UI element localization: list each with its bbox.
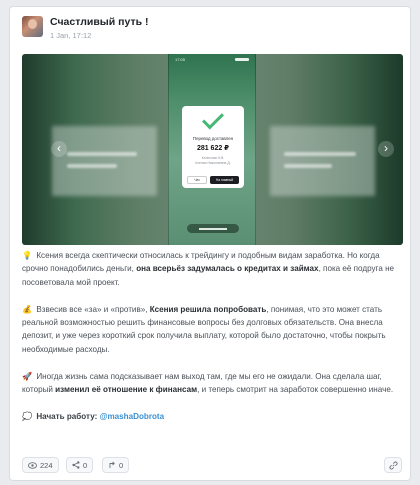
post-card: Счастливый путь ! 1 Jan, 17:12 17:05 Пер… bbox=[9, 6, 411, 481]
views-count: 224 bbox=[40, 460, 53, 470]
shares-count: 0 bbox=[83, 460, 88, 470]
gallery-prev-button[interactable]: ‹ bbox=[51, 141, 67, 157]
money-bag-emoji: 💰 bbox=[22, 304, 33, 314]
paragraph: 💡 Ксения всегда скептически относилась к… bbox=[22, 251, 395, 287]
share-nodes-icon bbox=[72, 461, 80, 469]
thought-bubble-emoji: 💭 bbox=[22, 411, 33, 421]
phone-status-time: 17:05 bbox=[175, 57, 186, 62]
channel-name[interactable]: Счастливый путь ! bbox=[50, 16, 148, 28]
call-to-action: 💭 Начать работу: @mashaDobrota bbox=[22, 410, 402, 423]
receipt-recipient: Колесова Н.В. bbox=[201, 156, 225, 160]
blurred-line bbox=[67, 164, 117, 168]
phone-screenshot: 17:05 Перевод доставлен 281 622 ₽ Колесо… bbox=[168, 54, 256, 245]
chevron-left-icon: ‹ bbox=[57, 141, 61, 155]
repost-arrow-icon bbox=[109, 461, 115, 468]
eye-icon bbox=[28, 461, 37, 469]
reposts-count: 0 bbox=[119, 460, 124, 470]
receipt-title: Перевод доставлен bbox=[192, 136, 234, 141]
receipt-amount: 281 622 ₽ bbox=[196, 145, 230, 152]
checkmark-icon bbox=[202, 107, 224, 130]
blurred-line bbox=[284, 152, 356, 156]
post-media[interactable]: 17:05 Перевод доставлен 281 622 ₽ Колесо… bbox=[22, 54, 403, 245]
reposts-counter[interactable]: 0 bbox=[102, 457, 130, 473]
avatar[interactable] bbox=[22, 16, 43, 37]
receipt-home-button: На главный bbox=[210, 176, 239, 184]
link-icon bbox=[389, 461, 397, 469]
views-counter[interactable]: 224 bbox=[22, 457, 59, 473]
phone-home-bar bbox=[187, 224, 239, 233]
blurred-background-right bbox=[270, 126, 375, 196]
post-text: 💡 Ксения всегда скептически относилась к… bbox=[22, 249, 402, 437]
gallery-next-button[interactable]: › bbox=[378, 141, 394, 157]
paragraph: 💰 Взвесив все «за» и «против», Ксения ре… bbox=[22, 304, 386, 354]
blurred-line bbox=[284, 164, 332, 168]
post-footer: 224 0 0 bbox=[22, 457, 402, 473]
phone-status-icons bbox=[235, 58, 249, 61]
mention-link[interactable]: @mashaDobrota bbox=[100, 412, 165, 421]
blurred-background-left bbox=[52, 126, 157, 196]
receipt-sender: Ксения Николаевна Д. bbox=[195, 161, 231, 165]
paragraph: 🚀 Иногда жизнь сама подсказывает нам вых… bbox=[22, 371, 394, 395]
rocket-emoji: 🚀 bbox=[22, 371, 33, 381]
cta-label: Начать работу: bbox=[36, 411, 98, 421]
lightbulb-emoji: 💡 bbox=[22, 251, 33, 260]
post-header: Счастливый путь ! 1 Jan, 17:12 bbox=[22, 15, 392, 43]
post-time: 1 Jan, 17:12 bbox=[50, 31, 92, 40]
receipt-check-button: Чек bbox=[187, 176, 207, 184]
copy-link-button[interactable] bbox=[384, 457, 402, 473]
blurred-line bbox=[67, 152, 137, 156]
shares-counter[interactable]: 0 bbox=[66, 457, 94, 473]
chevron-right-icon: › bbox=[384, 141, 388, 155]
transfer-receipt: Перевод доставлен 281 622 ₽ Колесова Н.В… bbox=[182, 106, 244, 188]
